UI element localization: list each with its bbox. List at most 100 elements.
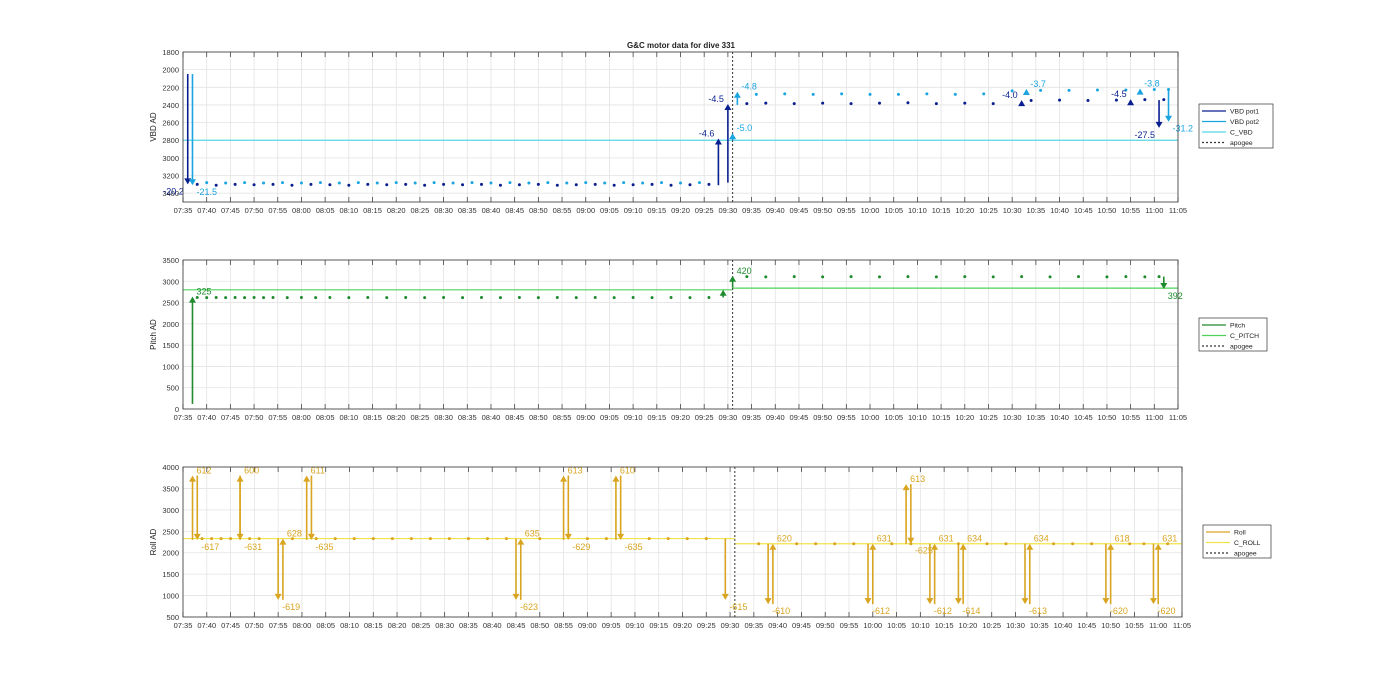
x-tick-label: 10:30 (1006, 621, 1025, 630)
x-tick-label: 10:40 (1050, 413, 1069, 422)
data-point (840, 92, 844, 96)
data-point (821, 275, 825, 279)
data-point (262, 181, 266, 185)
data-point (328, 183, 332, 187)
x-tick-label: 09:00 (578, 621, 597, 630)
data-point (1004, 542, 1008, 546)
y-tick-label: 4000 (162, 463, 179, 472)
legend-label: Roll (1234, 530, 1246, 537)
data-point (432, 181, 436, 185)
move-label: -4.5 (708, 94, 724, 104)
data-point (205, 181, 209, 185)
data-point (906, 101, 910, 105)
y-tick-label: 2800 (162, 136, 179, 145)
data-point (299, 295, 303, 299)
data-point (585, 537, 589, 541)
x-tick-label: 10:00 (861, 206, 880, 215)
data-point (480, 295, 483, 299)
y-tick-label: 3000 (162, 154, 179, 163)
x-tick-label: 10:00 (861, 413, 880, 422)
data-point (390, 537, 394, 541)
x-tick-label: 10:55 (1121, 413, 1140, 422)
move-label: -612 (872, 606, 890, 616)
x-tick-label: 09:00 (576, 206, 595, 215)
data-point (792, 102, 796, 106)
vbd-panel: 07:35 07:40 07:45 07:50 07:55 08:00 08:05 08:10… (149, 48, 1274, 215)
x-tick-label: 10:00 (863, 621, 882, 630)
x-tick-label: 09:50 (816, 621, 835, 630)
data-point (707, 295, 711, 299)
y-axis-label: Roll AD (149, 528, 158, 555)
x-tick-label: 08:50 (530, 621, 549, 630)
data-point (290, 183, 294, 187)
x-tick-label: 09:10 (626, 621, 645, 630)
data-point (1058, 98, 1062, 102)
x-tick-label: 10:25 (979, 206, 998, 215)
data-point (447, 537, 451, 541)
move-label: 634 (1034, 534, 1049, 544)
y-tick-label: 0 (175, 405, 179, 414)
data-point (555, 295, 559, 299)
x-tick-label: 08:00 (292, 206, 311, 215)
move-label: -610 (772, 606, 790, 616)
data-point (833, 542, 837, 546)
data-point (584, 181, 588, 185)
data-point (508, 181, 512, 185)
y-tick-label: 3000 (162, 506, 179, 515)
data-point (252, 183, 256, 187)
y-tick-label: 2000 (162, 66, 179, 75)
x-tick-label: 09:25 (695, 206, 714, 215)
data-point (404, 182, 408, 186)
x-tick-label: 08:15 (363, 206, 382, 215)
x-tick-label: 08:50 (529, 206, 548, 215)
y-tick-label: 3000 (162, 277, 179, 286)
move-label: -5.0 (737, 123, 753, 133)
data-point (517, 295, 521, 299)
x-tick-label: 08:15 (364, 621, 383, 630)
data-point (650, 182, 654, 186)
x-tick-label: 10:20 (959, 621, 978, 630)
x-tick-label: 10:20 (955, 206, 974, 215)
x-tick-label: 09:10 (624, 206, 643, 215)
data-point (214, 295, 218, 299)
data-point (925, 92, 929, 96)
move-label: -4.5 (1111, 89, 1127, 99)
x-tick-label: 09:25 (695, 413, 714, 422)
move-label: -613 (1029, 606, 1047, 616)
figure-title: G&C motor data for dive 331 (627, 41, 736, 50)
x-tick-label: 11:00 (1145, 413, 1163, 422)
move-label: -27.5 (1135, 130, 1156, 140)
data-point (1071, 542, 1075, 546)
legend-label: apogee (1234, 551, 1257, 558)
x-tick-label: 07:45 (221, 413, 240, 422)
x-tick-label: 09:55 (840, 621, 859, 630)
x-tick-label: 08:35 (458, 206, 477, 215)
y-tick-label: 2600 (162, 119, 179, 128)
data-point (489, 181, 493, 185)
data-point (243, 296, 247, 300)
x-tick-label: 09:40 (766, 206, 785, 215)
data-point (565, 181, 569, 185)
data-point (745, 102, 749, 106)
data-point (811, 92, 815, 96)
x-tick-label: 07:40 (197, 206, 216, 215)
move-label: 392 (1168, 291, 1183, 301)
data-point (375, 181, 379, 185)
data-point (347, 296, 351, 300)
x-tick-label: 07:50 (245, 621, 264, 630)
x-tick-label: 10:10 (908, 206, 927, 215)
data-point (934, 102, 938, 106)
legend-label: Pitch (1230, 323, 1245, 330)
data-point (262, 296, 266, 300)
data-point (200, 537, 204, 541)
y-tick-label: 3200 (162, 172, 179, 181)
data-point (546, 181, 550, 185)
data-point (328, 295, 332, 299)
y-tick-label: 1000 (162, 362, 179, 371)
data-point (252, 295, 256, 299)
data-point (604, 537, 608, 541)
move-label: 631 (877, 534, 892, 544)
move-label: -629 (572, 542, 590, 552)
data-point (697, 181, 701, 185)
data-point (333, 537, 337, 541)
